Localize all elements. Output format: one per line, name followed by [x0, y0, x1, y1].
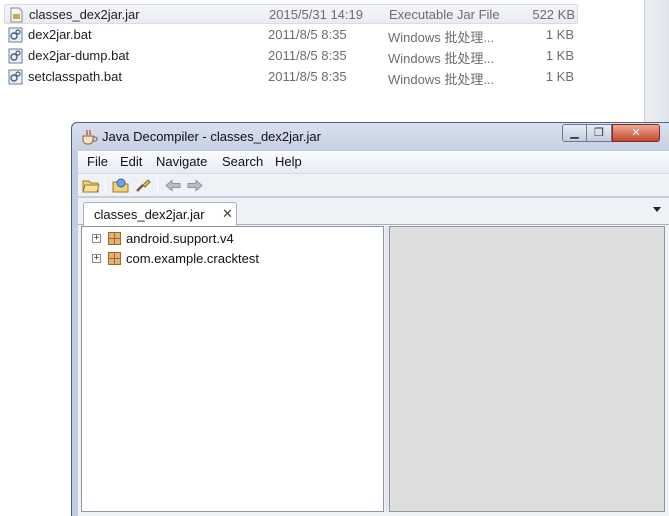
tab-label: classes_dex2jar.jar: [94, 207, 205, 222]
menu-help[interactable]: Help: [275, 154, 302, 169]
tab-list-dropdown-icon[interactable]: [653, 207, 661, 212]
file-name: dex2jar.bat: [28, 27, 92, 42]
file-type: Executable Jar File: [389, 7, 500, 22]
back-arrow-icon[interactable]: [164, 177, 182, 194]
file-name: dex2jar-dump.bat: [28, 48, 130, 63]
toolbar: [78, 173, 669, 197]
title-bar[interactable]: Java Decompiler - classes_dex2jar.jar ▁ …: [72, 123, 669, 150]
tree-node-label: com.example.cracktest: [126, 251, 259, 266]
batch-file-icon: [8, 27, 23, 43]
file-name: classes_dex2jar.jar: [29, 7, 140, 22]
close-button[interactable]: ✕: [612, 124, 660, 142]
file-row[interactable]: setclasspath.bat 2011/8/5 8:35 Windows 批…: [4, 67, 578, 87]
tab-close-icon[interactable]: ✕: [222, 206, 233, 222]
forward-arrow-icon[interactable]: [186, 177, 204, 194]
explorer-window-edge: [644, 0, 669, 130]
file-row[interactable]: dex2jar-dump.bat 2011/8/5 8:35 Windows 批…: [4, 46, 578, 66]
file-size: 1 KB: [545, 69, 574, 84]
coffee-cup-icon: [82, 129, 98, 145]
menu-navigate[interactable]: Navigate: [156, 154, 207, 169]
open-type-icon[interactable]: [112, 177, 130, 194]
tree-node-label: android.support.v4: [126, 231, 234, 246]
source-view-pane[interactable]: [389, 226, 665, 512]
tab-classes-dex2jar[interactable]: classes_dex2jar.jar ✕: [83, 202, 237, 226]
file-date: 2011/8/5 8:35: [268, 48, 347, 63]
file-size: 1 KB: [545, 48, 574, 63]
file-type: Windows 批处理...: [388, 30, 495, 45]
toolbar-separator: [157, 178, 158, 193]
menu-edit[interactable]: Edit: [120, 154, 142, 169]
tab-strip: classes_dex2jar.jar ✕: [78, 198, 669, 226]
file-row[interactable]: dex2jar.bat 2011/8/5 8:35 Windows 批处理...…: [4, 25, 578, 45]
main-content: classes_dex2jar.jar ✕ + android.support.…: [78, 198, 669, 516]
menu-bar: File Edit Navigate Search Help: [78, 151, 669, 173]
expand-icon[interactable]: +: [92, 254, 101, 263]
file-date: 2011/8/5 8:35: [268, 69, 347, 84]
jar-file-icon: [10, 7, 23, 23]
file-name: setclasspath.bat: [28, 69, 122, 84]
open-folder-icon[interactable]: [82, 177, 100, 194]
file-row[interactable]: classes_dex2jar.jar 2015/5/31 14:19 Exec…: [4, 4, 578, 24]
menu-search[interactable]: Search: [222, 154, 263, 169]
file-date: 2015/5/31 14:19: [269, 7, 363, 22]
package-icon: [108, 232, 121, 245]
toolbar-separator: [105, 178, 106, 193]
window-title: Java Decompiler - classes_dex2jar.jar: [102, 129, 321, 144]
package-tree[interactable]: + android.support.v4 + com.example.crack…: [81, 226, 384, 512]
file-size: 522 KB: [532, 7, 575, 22]
batch-file-icon: [8, 69, 23, 85]
java-decompiler-window: Java Decompiler - classes_dex2jar.jar ▁ …: [71, 122, 669, 516]
file-date: 2011/8/5 8:35: [268, 27, 347, 42]
file-type: Windows 批处理...: [388, 51, 495, 66]
batch-file-icon: [8, 48, 23, 64]
minimize-button[interactable]: ▁: [562, 124, 587, 142]
file-size: 1 KB: [545, 27, 574, 42]
menu-file[interactable]: File: [87, 154, 108, 169]
package-icon: [108, 252, 121, 265]
search-icon[interactable]: [134, 177, 152, 194]
maximize-button[interactable]: ❐: [587, 124, 612, 142]
file-type: Windows 批处理...: [388, 72, 495, 87]
expand-icon[interactable]: +: [92, 234, 101, 243]
